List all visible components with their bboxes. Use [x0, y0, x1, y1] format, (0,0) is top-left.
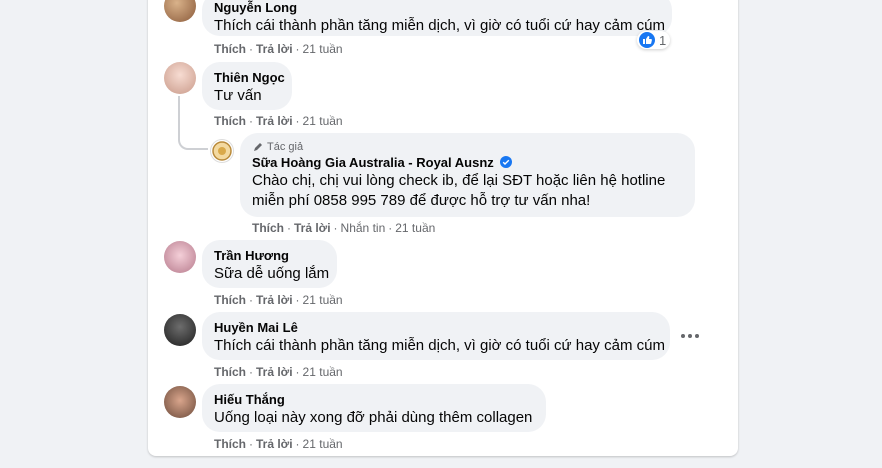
reply-actions: Thích · Trả lời · Nhắn tin · 21 tuần [252, 221, 436, 235]
thread-connector [178, 96, 208, 150]
reaction-count[interactable]: 1 [637, 31, 671, 49]
comment-text: Thích cái thành phần tăng miễn dịch, vì … [214, 17, 665, 34]
avatar[interactable] [164, 386, 196, 418]
reply-link[interactable]: Trả lời [256, 437, 293, 451]
comment-actions: Thích · Trả lời · 21 tuần [214, 114, 343, 128]
reply-link[interactable]: Trả lời [256, 293, 293, 307]
brand-logo-icon [212, 141, 232, 161]
reply-bubble: Tác giả Sữa Hoàng Gia Australia - Royal … [240, 133, 695, 217]
reply-link[interactable]: Trả lời [294, 221, 331, 235]
comment-bubble: Trần Hương Sữa dễ uống lắm [202, 240, 337, 288]
reply-link[interactable]: Trả lời [256, 365, 293, 379]
timestamp[interactable]: 21 tuần [303, 293, 343, 307]
like-link[interactable]: Thích [214, 114, 246, 128]
timestamp[interactable]: 21 tuần [395, 221, 435, 235]
like-link[interactable]: Thích [214, 437, 246, 451]
page-name-row: Sữa Hoàng Gia Australia - Royal Ausnz [252, 155, 683, 171]
comment-bubble: Thiên Ngọc Tư vấn [202, 62, 292, 110]
comment-text: Sữa dễ uống lắm [214, 265, 330, 282]
reply-text-line-2: miễn phí 0858 995 789 để được hỗ trợ tư … [252, 192, 591, 209]
commenter-name[interactable]: Trần Hương [214, 248, 325, 264]
timestamp[interactable]: 21 tuần [303, 365, 343, 379]
reply-text-line-1: Chào chị, chị vui lòng check ib, để lại … [252, 172, 666, 189]
page-avatar[interactable] [210, 139, 234, 163]
avatar[interactable] [164, 241, 196, 273]
like-icon [639, 32, 655, 48]
reply-link[interactable]: Trả lời [256, 114, 293, 128]
page-name[interactable]: Sữa Hoàng Gia Australia - Royal Ausnz [252, 155, 494, 170]
comment-bubble: Hiếu Thắng Uống loại này xong đỡ phải dù… [202, 384, 546, 432]
reaction-number: 1 [659, 32, 667, 48]
commenter-name[interactable]: Hiếu Thắng [214, 392, 534, 408]
timestamp[interactable]: 21 tuần [303, 437, 343, 451]
comment-text: Thích cái thành phần tăng miễn dịch, vì … [214, 337, 665, 354]
commenter-name[interactable]: Huyền Mai Lê [214, 320, 658, 336]
avatar[interactable] [164, 62, 196, 94]
timestamp[interactable]: 21 tuần [303, 114, 343, 128]
verified-badge-icon [500, 156, 513, 168]
comment-actions: Thích · Trả lời · 21 tuần [214, 437, 343, 451]
pencil-icon [254, 143, 262, 151]
commenter-name[interactable]: Thiên Ngọc [214, 70, 285, 86]
comment-actions: Thích · Trả lời · 21 tuần [214, 42, 343, 56]
comment-text: Tư vấn [214, 87, 262, 104]
like-link[interactable]: Thích [214, 42, 246, 56]
like-link[interactable]: Thích [252, 221, 284, 235]
like-link[interactable]: Thích [214, 293, 246, 307]
message-link[interactable]: Nhắn tin [341, 221, 386, 235]
reply-link[interactable]: Trả lời [256, 42, 293, 56]
comment-actions: Thích · Trả lời · 21 tuần [214, 293, 343, 307]
commenter-name[interactable]: Nguyễn Long [214, 0, 660, 16]
comment-bubble: Huyền Mai Lê Thích cái thành phần tăng m… [202, 312, 670, 360]
avatar[interactable] [164, 314, 196, 346]
author-badge: Tác giả [252, 140, 683, 154]
like-link[interactable]: Thích [214, 365, 246, 379]
comment-actions: Thích · Trả lời · 21 tuần [214, 365, 343, 379]
comment-bubble: Nguyễn Long Thích cái thành phần tăng mi… [202, 0, 672, 36]
more-options-icon[interactable] [676, 326, 704, 346]
comment-text: Uống loại này xong đỡ phải dùng thêm col… [214, 409, 533, 426]
timestamp[interactable]: 21 tuần [303, 42, 343, 56]
author-tag-label: Tác giả [267, 141, 304, 153]
